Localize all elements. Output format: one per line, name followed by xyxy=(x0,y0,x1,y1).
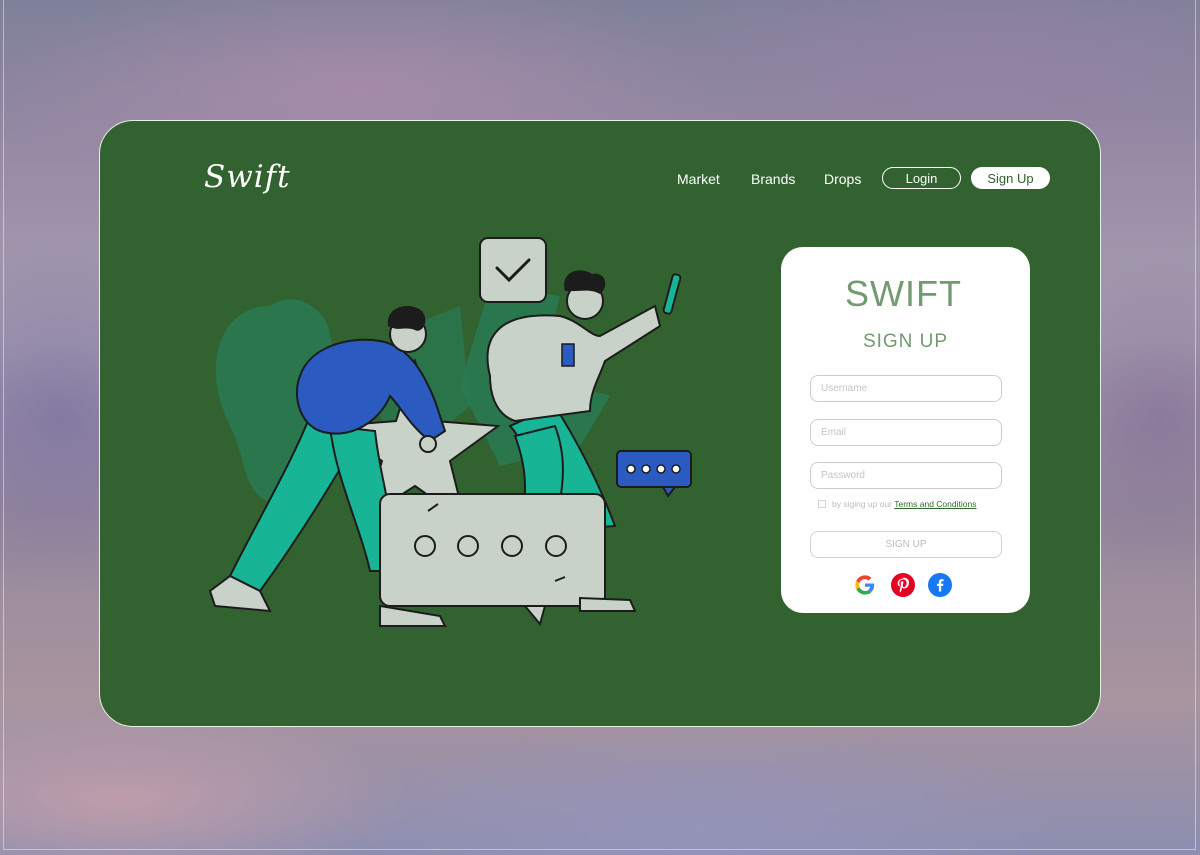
login-button[interactable]: Login xyxy=(882,167,961,189)
hero-illustration xyxy=(208,237,692,627)
facebook-signin-button[interactable] xyxy=(928,573,952,597)
form-brand-title: SWIFT xyxy=(845,273,962,314)
brand-logo[interactable]: Swift xyxy=(204,159,291,195)
form-heading: SIGN UP xyxy=(862,331,949,352)
username-input[interactable] xyxy=(810,375,1002,402)
nav-link-drops[interactable]: Drops xyxy=(824,171,861,187)
pinterest-icon xyxy=(897,577,909,593)
signup-submit-button[interactable]: SIGN UP xyxy=(810,531,1002,558)
terms-text: by siging up our xyxy=(832,499,893,509)
terms-row: by siging up our Terms and Conditions xyxy=(818,499,976,509)
terms-link[interactable]: Terms and Conditions xyxy=(894,499,976,509)
email-input[interactable] xyxy=(810,419,1002,446)
signup-form-card: SWIFT SIGN UP by siging up our Terms and… xyxy=(781,247,1030,613)
facebook-icon xyxy=(937,579,944,592)
landing-card: Swift Market Brands Drops Login Sign Up xyxy=(99,120,1101,727)
nav-link-brands[interactable]: Brands xyxy=(751,171,795,187)
pinterest-signin-button[interactable] xyxy=(891,573,915,597)
nav-link-market[interactable]: Market xyxy=(677,171,720,187)
google-signin-button[interactable] xyxy=(853,573,877,597)
terms-checkbox[interactable] xyxy=(818,500,826,508)
signup-nav-button[interactable]: Sign Up xyxy=(971,167,1050,189)
password-input[interactable] xyxy=(810,462,1002,489)
google-icon xyxy=(855,575,875,595)
